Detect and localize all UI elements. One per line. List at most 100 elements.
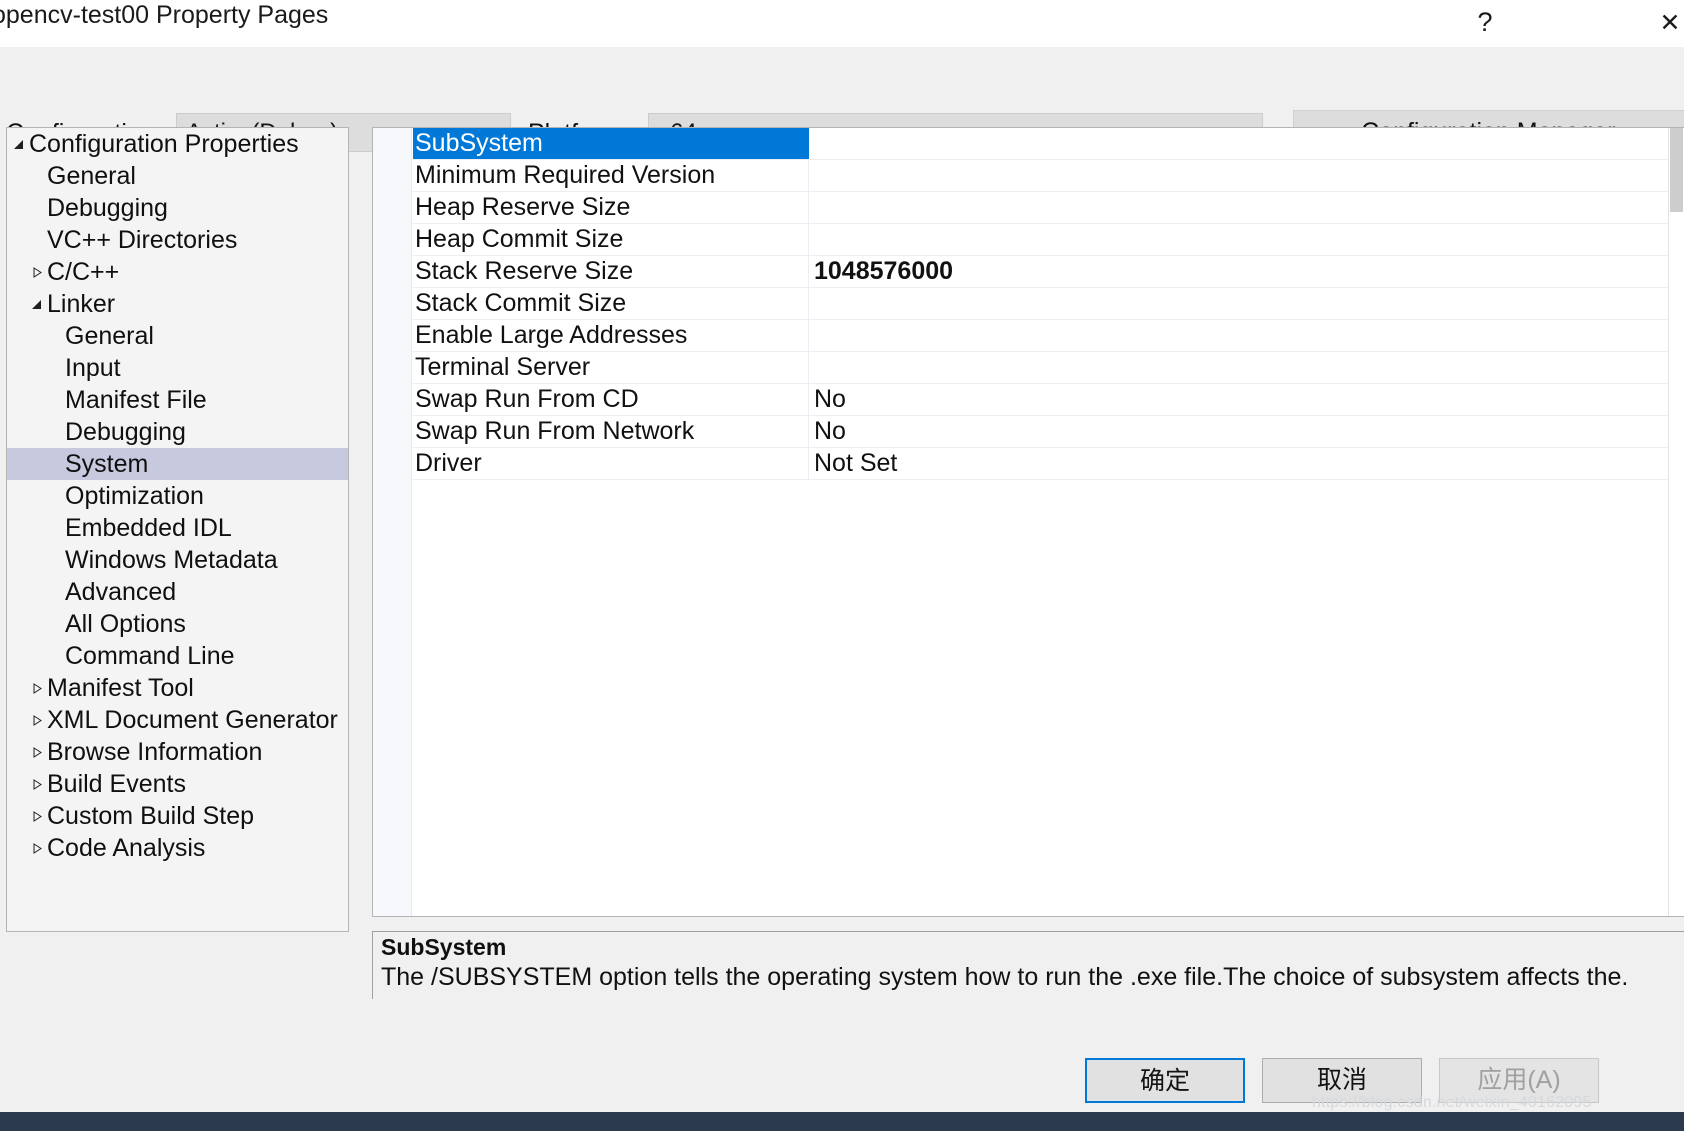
expander-placeholder [43, 480, 65, 512]
expander-placeholder [43, 544, 65, 576]
tree-item-all-options[interactable]: All Options [7, 608, 348, 640]
tree-item-code-analysis[interactable]: Code Analysis [7, 832, 348, 864]
tree-item-label: System [65, 450, 149, 478]
tree-item-debugging[interactable]: Debugging [7, 192, 348, 224]
grid-row-list: SubSystem Minimum Required Version Heap Re… [413, 128, 1684, 480]
tree-item-system[interactable]: System [7, 448, 348, 480]
tree-item-vc-directories[interactable]: VC++ Directories [7, 224, 348, 256]
tree-item-linker[interactable]: Linker [7, 288, 348, 320]
property-row[interactable]: Heap Reserve Size [413, 192, 1684, 224]
tree-item-label: Configuration Properties [29, 130, 299, 158]
property-row[interactable]: Heap Commit Size [413, 224, 1684, 256]
property-description-pane: SubSystem The /SUBSYSTEM option tells th… [372, 931, 1684, 999]
ok-button[interactable]: 确定 [1085, 1058, 1245, 1103]
tree-item-browse-information[interactable]: Browse Information [7, 736, 348, 768]
tree-item-label: Code Analysis [47, 834, 206, 862]
tree-item-manifest-tool[interactable]: Manifest Tool [7, 672, 348, 704]
tree-item-windows-metadata[interactable]: Windows Metadata [7, 544, 348, 576]
tree-item-general[interactable]: General [7, 320, 348, 352]
property-row[interactable]: Swap Run From Network No [413, 416, 1684, 448]
property-name: Swap Run From Network [413, 416, 809, 447]
property-name: Stack Commit Size [413, 288, 809, 319]
configuration-bar: Configuration: Active(Debug) Platform: x… [0, 47, 1684, 155]
property-row[interactable]: Driver Not Set [413, 448, 1684, 480]
expander-collapsed-icon[interactable] [25, 800, 47, 832]
tree-item-configuration-properties[interactable]: Configuration Properties [7, 128, 348, 160]
tree-item-input[interactable]: Input [7, 352, 348, 384]
expander-placeholder [43, 640, 65, 672]
tree-item-build-events[interactable]: Build Events [7, 768, 348, 800]
configuration-tree[interactable]: Configuration Properties General Debugging… [6, 127, 349, 932]
tree-item-optimization[interactable]: Optimization [7, 480, 348, 512]
tree-item-command-line[interactable]: Command Line [7, 640, 348, 672]
expander-expanded-icon[interactable] [25, 288, 47, 320]
expander-placeholder [43, 608, 65, 640]
property-name: SubSystem [413, 128, 809, 159]
property-row[interactable]: Enable Large Addresses [413, 320, 1684, 352]
expander-collapsed-icon[interactable] [25, 736, 47, 768]
expander-collapsed-icon[interactable] [25, 672, 47, 704]
expander-collapsed-icon[interactable] [25, 768, 47, 800]
expander-collapsed-icon[interactable] [25, 704, 47, 736]
tree-item-xml-document-generator[interactable]: XML Document Generator [7, 704, 348, 736]
property-row[interactable]: Swap Run From CD No [413, 384, 1684, 416]
expander-placeholder [25, 192, 47, 224]
grid-vertical-scrollbar[interactable] [1668, 128, 1684, 916]
tree-list: Configuration Properties General Debugging… [7, 128, 348, 864]
expander-placeholder [25, 160, 47, 192]
tree-item-label: Debugging [65, 418, 186, 446]
expander-placeholder [25, 224, 47, 256]
property-row[interactable]: Minimum Required Version [413, 160, 1684, 192]
tree-item-label: Manifest Tool [47, 674, 194, 702]
scrollbar-thumb[interactable] [1670, 128, 1683, 212]
expander-placeholder [43, 320, 65, 352]
property-name: Enable Large Addresses [413, 320, 809, 351]
property-row[interactable]: Stack Commit Size [413, 288, 1684, 320]
tree-item-general[interactable]: General [7, 160, 348, 192]
property-grid[interactable]: SubSystem Minimum Required Version Heap Re… [372, 127, 1684, 917]
property-value[interactable]: Not Set [809, 448, 1684, 479]
tree-item-label: Browse Information [47, 738, 263, 766]
expander-collapsed-icon[interactable] [25, 256, 47, 288]
tree-item-label: Manifest File [65, 386, 207, 414]
property-row[interactable]: SubSystem [413, 128, 1684, 160]
tree-item-manifest-file[interactable]: Manifest File [7, 384, 348, 416]
property-value[interactable]: No [809, 416, 1684, 447]
property-name: Heap Reserve Size [413, 192, 809, 223]
property-value[interactable]: 1048576000 [809, 256, 1684, 287]
expander-placeholder [43, 448, 65, 480]
expander-placeholder [43, 576, 65, 608]
tree-item-advanced[interactable]: Advanced [7, 576, 348, 608]
tree-item-embedded-idl[interactable]: Embedded IDL [7, 512, 348, 544]
property-value[interactable]: No [809, 384, 1684, 415]
tree-item-label: Advanced [65, 578, 177, 606]
tree-item-label: Custom Build Step [47, 802, 255, 830]
description-body: The /SUBSYSTEM option tells the operatin… [381, 963, 1629, 991]
tree-item-custom-build-step[interactable]: Custom Build Step [7, 800, 348, 832]
tree-item-label: Command Line [65, 642, 235, 670]
tree-item-c-c[interactable]: C/C++ [7, 256, 348, 288]
tree-item-label: Embedded IDL [65, 514, 232, 542]
property-name: Heap Commit Size [413, 224, 809, 255]
expander-collapsed-icon[interactable] [25, 832, 47, 864]
expander-expanded-icon[interactable] [7, 128, 29, 160]
title-bar: opencv-test00 Property Pages ? ✕ [0, 0, 1684, 47]
help-icon[interactable]: ? [1455, 0, 1515, 45]
cancel-button[interactable]: 取消 [1262, 1058, 1422, 1103]
close-icon[interactable]: ✕ [1640, 0, 1684, 45]
tree-item-debugging[interactable]: Debugging [7, 416, 348, 448]
property-row[interactable]: Stack Reserve Size 1048576000 [413, 256, 1684, 288]
property-row[interactable]: Terminal Server [413, 352, 1684, 384]
